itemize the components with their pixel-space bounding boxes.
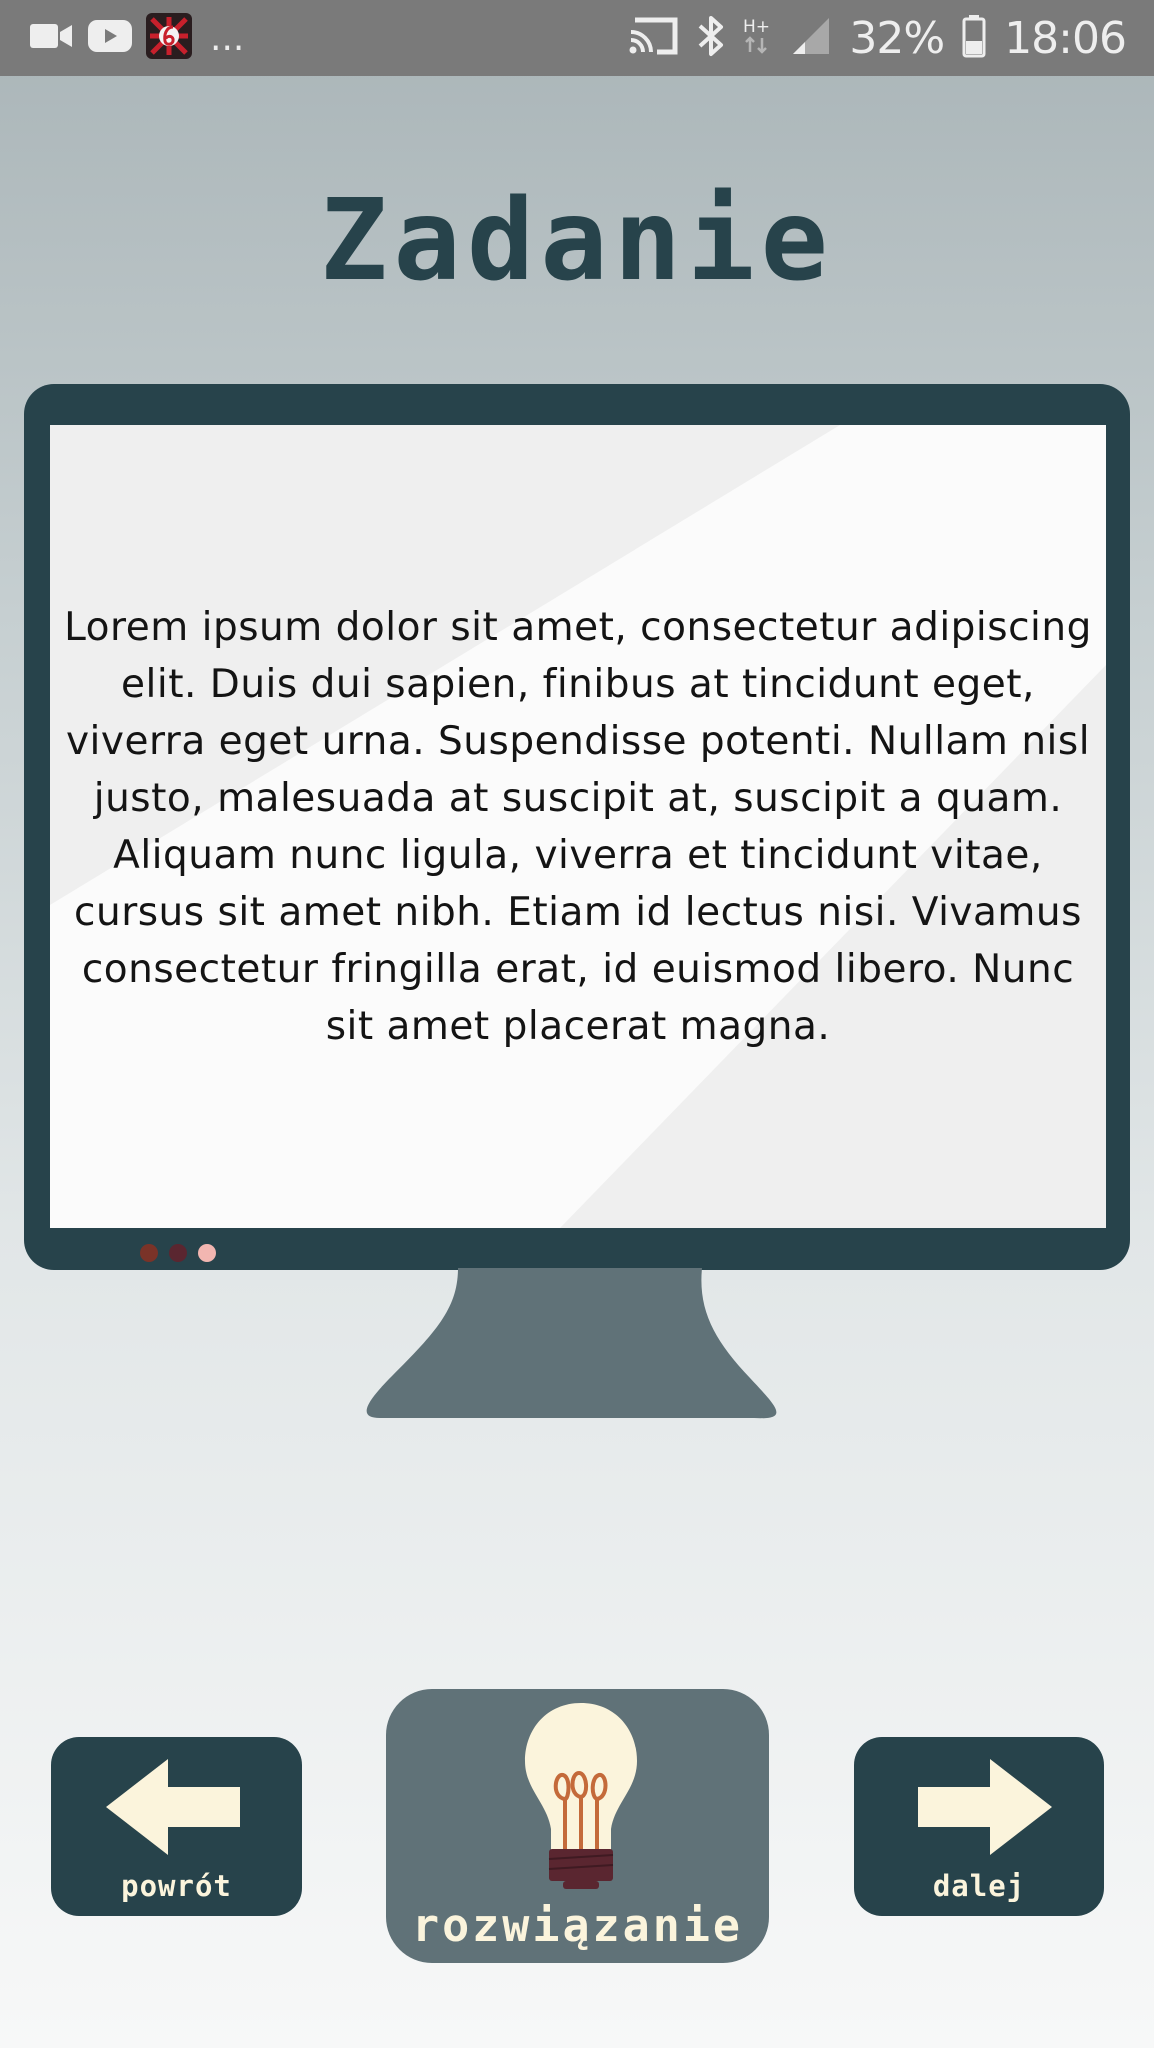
network-type-icon: H+ <box>743 14 773 62</box>
monitor-led-dot <box>198 1244 216 1262</box>
monitor-led-dot <box>140 1244 158 1262</box>
cast-icon <box>629 16 679 60</box>
task-description: Lorem ipsum dolor sit amet, consectetur … <box>64 604 1092 1049</box>
page-title: Zadanie <box>319 176 834 306</box>
app-icon <box>146 13 192 63</box>
status-bar: ... H+ 32% 18:06 <box>0 0 1154 76</box>
status-bar-notifications: ... <box>30 13 245 63</box>
battery-icon <box>962 14 986 62</box>
monitor-screen: Lorem ipsum dolor sit amet, consectetur … <box>50 425 1106 1228</box>
monitor-led-dot <box>169 1244 187 1262</box>
clock: 18:06 <box>1004 12 1127 64</box>
back-button-label: powrót <box>121 1869 232 1903</box>
video-icon <box>30 21 74 55</box>
bluetooth-icon <box>697 14 725 62</box>
svg-text:H+: H+ <box>743 17 770 37</box>
arrow-right-icon <box>918 1759 1052 1855</box>
next-button[interactable]: dalej <box>854 1737 1104 1916</box>
solution-button[interactable]: rozwiązanie <box>386 1689 769 1963</box>
back-button[interactable]: powrót <box>51 1737 302 1916</box>
battery-percent: 32% <box>849 12 945 64</box>
light-bulb-icon <box>525 1703 637 1889</box>
youtube-icon <box>88 20 132 56</box>
arrow-left-icon <box>106 1759 240 1855</box>
more-notifications-indicator: ... <box>210 17 245 59</box>
next-button-label: dalej <box>932 1869 1026 1903</box>
monitor-stand <box>366 1268 777 1419</box>
solution-button-label: rozwiązanie <box>411 1899 743 1952</box>
status-bar-system: H+ 32% 18:06 <box>629 12 1127 64</box>
task-text-container: Lorem ipsum dolor sit amet, consectetur … <box>50 425 1106 1228</box>
signal-icon <box>791 16 831 60</box>
